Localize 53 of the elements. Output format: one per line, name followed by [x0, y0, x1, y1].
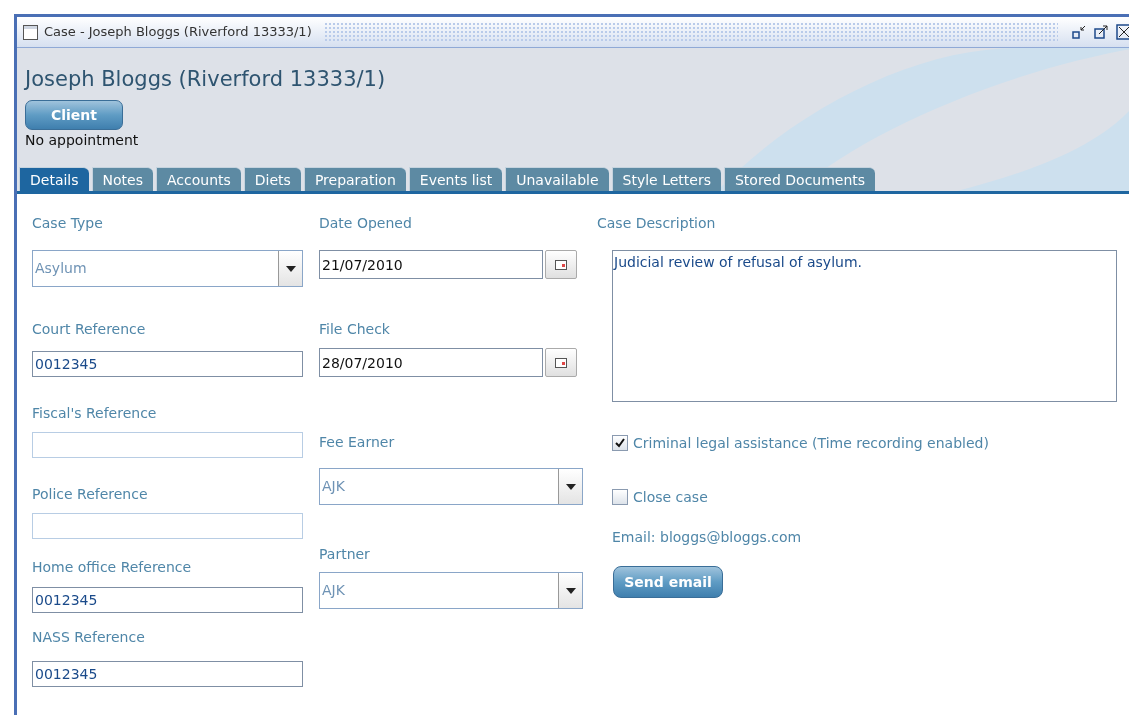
tab[interactable]: Preparation [303, 167, 406, 191]
field-label: Fee Earner [319, 434, 396, 450]
field-label: Case Type [32, 215, 104, 231]
checkbox-label: Criminal legal assistance (Time recording enabled) [633, 434, 989, 452]
tab[interactable]: Events list [408, 167, 503, 191]
dropdown-arrow-icon [565, 483, 576, 490]
dropdown-field[interactable]: Asylum [32, 250, 303, 287]
calendar-button[interactable] [545, 250, 577, 279]
text-field[interactable]: 0012345 [32, 661, 303, 687]
field-label: File Check [319, 321, 391, 337]
field-label: Court Reference [32, 321, 147, 337]
tab[interactable]: Stored Documents [723, 167, 876, 191]
field-label: Fiscal's Reference [32, 405, 158, 421]
date-field[interactable]: 28/07/2010 [319, 348, 543, 377]
case-heading: Joseph Bloggs (Riverford 13333/1) [25, 66, 387, 93]
dropdown-arrow-icon [565, 587, 576, 594]
dropdown-field[interactable]: AJK [319, 572, 583, 609]
date-field[interactable]: 21/07/2010 [319, 250, 543, 279]
tab[interactable]: Notes [91, 167, 153, 191]
field-label: Date Opened [319, 215, 413, 231]
tab[interactable]: Unavailable [505, 167, 609, 191]
tab[interactable]: Style Letters [611, 167, 721, 191]
tab[interactable]: Diets [243, 167, 301, 191]
field-label: Partner [319, 546, 371, 562]
tab[interactable]: Details [19, 167, 89, 191]
checkbox[interactable] [612, 435, 628, 451]
tab[interactable]: Accounts [156, 167, 241, 191]
field-label: Home office Reference [32, 559, 193, 575]
text-field[interactable]: 0012345 [32, 351, 303, 377]
dropdown-arrow-icon [285, 265, 296, 272]
dropdown-field[interactable]: AJK [319, 468, 583, 505]
maximize-icon[interactable] [1094, 25, 1108, 39]
text-field[interactable] [32, 513, 303, 539]
appointment-status: No appointment [25, 131, 140, 149]
text-field[interactable] [32, 432, 303, 458]
window-title: Case - Joseph Bloggs (Riverford 13333/1) [44, 23, 312, 42]
minimize-icon[interactable] [1072, 25, 1086, 39]
checkmark-icon [615, 438, 625, 448]
calendar-icon [555, 259, 567, 270]
window-icon [23, 24, 38, 40]
checkbox[interactable] [612, 489, 628, 505]
checkbox-label: Close case [633, 488, 708, 506]
field-label: Police Reference [32, 486, 149, 502]
description-field[interactable]: Judicial review of refusal of asylum. [612, 250, 1117, 402]
close-icon[interactable] [1116, 24, 1129, 40]
send-email-button[interactable]: Send email [613, 566, 723, 598]
field-label: Case Description [597, 215, 717, 231]
calendar-icon [555, 357, 567, 368]
email-text: Email: bloggs@bloggs.com [612, 528, 803, 546]
field-label: NASS Reference [32, 629, 146, 645]
client-button[interactable]: Client [25, 100, 123, 130]
text-field[interactable]: 0012345 [32, 587, 303, 613]
calendar-button[interactable] [545, 348, 577, 377]
